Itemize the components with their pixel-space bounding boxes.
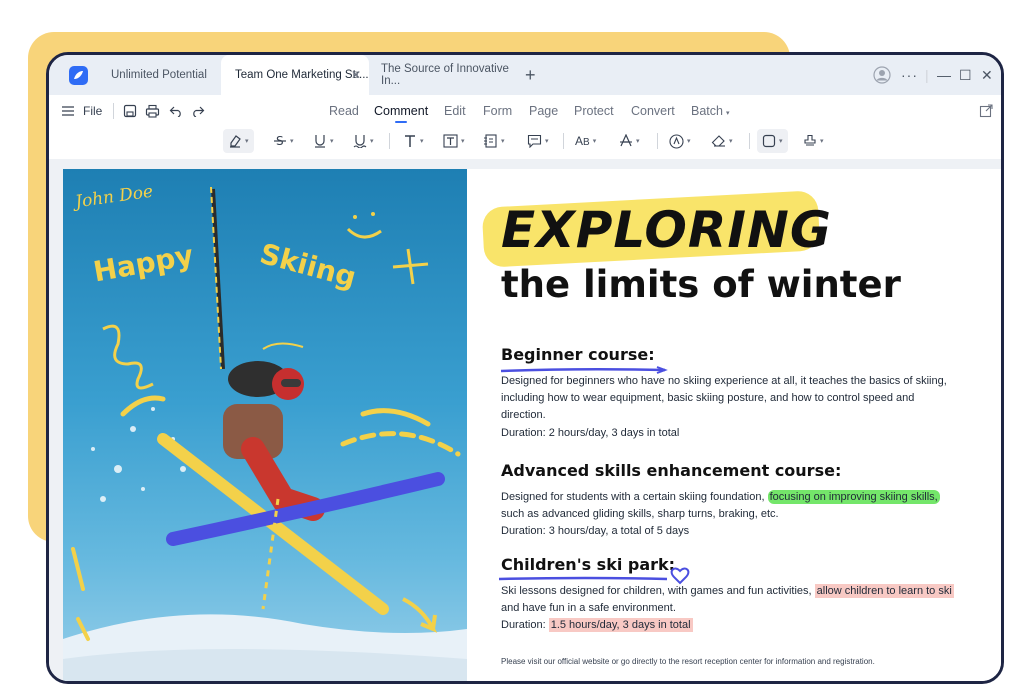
body-line: Duration: 1.5 hours/day, 3 days in total [501, 617, 961, 634]
close-tab-icon[interactable]: ✕ [351, 68, 361, 82]
menu-protect[interactable]: Protect [574, 104, 614, 118]
pink-highlight: allow children to learn to ski [814, 584, 954, 598]
new-tab-button[interactable]: + [525, 65, 536, 86]
divider [113, 103, 114, 119]
more-options-icon[interactable]: ··· [901, 55, 918, 95]
document-canvas: John Doe Happy Skiing EXPLORING the limi… [49, 159, 1001, 681]
menu-page[interactable]: Page [529, 104, 558, 118]
body-line: including how to wear equipment, basic s… [501, 392, 915, 405]
body-line: such as advanced gliding skills, sharp t… [501, 508, 779, 521]
body-line: direction. [501, 409, 546, 422]
replace-text-tool[interactable]: AB ▾ [575, 129, 596, 153]
underline-tool[interactable]: ▾ [313, 129, 334, 153]
chevron-down-icon: ▾ [729, 138, 733, 145]
account-icon[interactable] [873, 55, 891, 95]
print-icon[interactable] [145, 99, 160, 123]
chevron-down-icon: ▾ [501, 138, 505, 145]
close-window-button[interactable]: ✕ [981, 55, 993, 95]
chevron-down-icon: ▾ [820, 138, 824, 145]
share-icon[interactable] [979, 99, 993, 123]
tab-team-one-marketing[interactable]: Team One Marketing Str... ✕ [221, 55, 369, 95]
undo-icon[interactable] [169, 99, 183, 123]
chevron-down-icon: ▾ [290, 138, 294, 145]
pen-tool[interactable]: ▾ [669, 129, 691, 153]
menu-read[interactable]: Read [329, 104, 359, 118]
chevron-down-icon: ▾ [330, 138, 334, 145]
highlight-tool[interactable]: ▾ [223, 129, 254, 153]
hamburger-menu-icon[interactable] [61, 99, 75, 123]
divider: | [925, 67, 929, 83]
file-menu[interactable]: File [83, 99, 102, 123]
menu-batch-label: Batch [691, 104, 723, 118]
active-menu-indicator [395, 121, 407, 123]
document-title: EXPLORING [501, 201, 832, 259]
strikethrough-tool[interactable]: S ▾ [273, 129, 294, 153]
chevron-down-icon: ▾ [687, 138, 691, 145]
skier-photo: John Doe Happy Skiing [63, 169, 467, 681]
chevron-down-icon: ▾ [245, 138, 249, 145]
chevron-down-icon: ▾ [545, 138, 549, 145]
insert-text-tool[interactable]: ▾ [619, 129, 640, 153]
body-text: Designed for students with a certain ski… [501, 491, 768, 503]
app-logo-icon [69, 66, 88, 85]
tab-label: The Source of Innovative In... [381, 63, 509, 87]
menu-comment[interactable]: Comment [374, 104, 428, 118]
body-line: and have fun in a safe environment. [501, 602, 676, 615]
pink-highlight: 1.5 hours/day, 3 days in total [548, 618, 693, 633]
section-body-beginner: Designed for beginners who have no skiin… [501, 373, 961, 442]
tab-source-innovative[interactable]: The Source of Innovative In... [367, 55, 517, 95]
body-line: Ski lessons designed for children, with … [501, 583, 961, 600]
chevron-down-icon: ▾ [725, 110, 730, 117]
section-body-children: Ski lessons designed for children, with … [501, 583, 961, 635]
chevron-down-icon: ▾ [592, 138, 597, 145]
stamp-tool[interactable]: ▾ [803, 129, 824, 153]
sticky-note-tool[interactable]: ▾ [483, 129, 505, 153]
eraser-tool[interactable]: ▾ [711, 129, 733, 153]
footer-note: Please visit our official website or go … [501, 657, 875, 666]
menu-form[interactable]: Form [483, 104, 512, 118]
body-text: Duration: [501, 619, 549, 632]
body-line: Duration: 2 hours/day, 3 days in total [501, 426, 680, 439]
tab-label: Team One Marketing Str... [235, 69, 369, 81]
chevron-down-icon: ▾ [370, 138, 374, 145]
section-heading-advanced: Advanced skills enhancement course: [501, 461, 842, 480]
section-heading-beginner: Beginner course: [501, 345, 655, 364]
menu-batch[interactable]: Batch ▾ [691, 104, 729, 118]
chevron-down-icon: ▾ [636, 138, 640, 145]
tab-label: Unlimited Potential [111, 69, 207, 81]
section-body-advanced: Designed for students with a certain ski… [501, 489, 961, 541]
body-line: Designed for beginners who have no skiin… [501, 375, 947, 387]
tab-bar: Unlimited Potential Team One Marketing S… [49, 55, 1001, 95]
body-line: Duration: 3 hours/day, a total of 5 days [501, 525, 690, 538]
body-text: Ski lessons designed for children, with … [501, 585, 815, 597]
tab-unlimited-potential[interactable]: Unlimited Potential [97, 55, 233, 95]
divider [657, 133, 658, 149]
shape-tool[interactable]: ▾ [757, 129, 788, 153]
comment-toolbar [49, 127, 1001, 157]
ab-icon: AB [575, 134, 590, 148]
text-tool[interactable]: ▾ [403, 129, 424, 153]
textbox-tool[interactable]: ▾ [443, 129, 465, 153]
maximize-button[interactable]: ☐ [959, 55, 972, 95]
menu-edit[interactable]: Edit [444, 104, 466, 118]
green-highlight: focusing on improving skiing skills, [767, 490, 940, 504]
chevron-down-icon: ▾ [461, 138, 465, 145]
document-subtitle: the limits of winter [501, 263, 901, 306]
body-line: Designed for students with a certain ski… [501, 489, 961, 506]
divider [563, 133, 564, 149]
divider [749, 133, 750, 149]
redo-icon[interactable] [191, 99, 205, 123]
app-window: Unlimited Potential Team One Marketing S… [46, 52, 1004, 684]
document-page: John Doe Happy Skiing EXPLORING the limi… [63, 169, 1001, 681]
save-icon[interactable] [123, 99, 137, 123]
comment-tool[interactable]: ▾ [527, 129, 549, 153]
squiggly-underline-tool[interactable]: ▾ [353, 129, 374, 153]
minimize-button[interactable]: — [937, 55, 951, 95]
chevron-down-icon: ▾ [420, 138, 424, 145]
chevron-down-icon: ▾ [779, 138, 783, 145]
divider [389, 133, 390, 149]
menu-convert[interactable]: Convert [631, 104, 675, 118]
